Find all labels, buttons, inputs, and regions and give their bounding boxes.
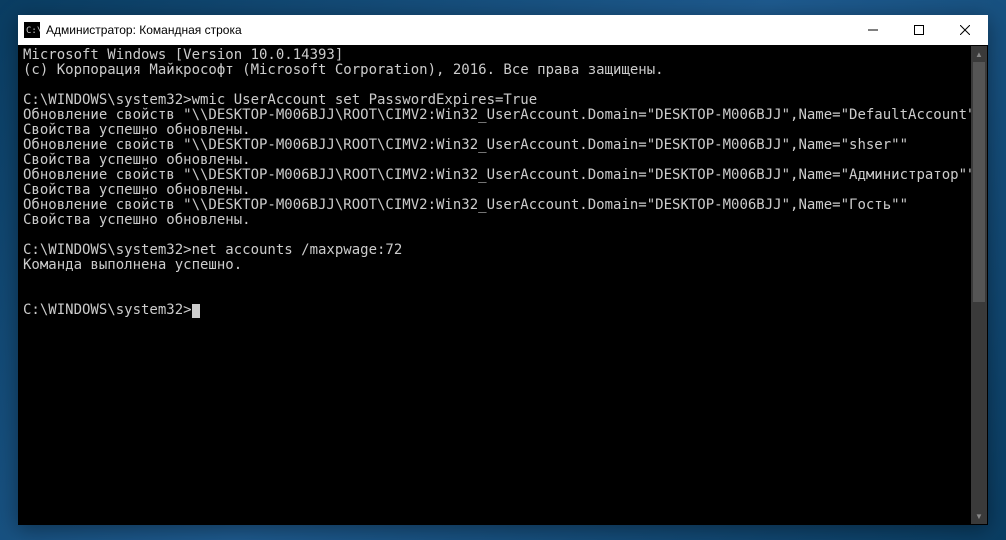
- terminal-container: Microsoft Windows [Version 10.0.14393] (…: [18, 45, 988, 525]
- scrollbar-thumb[interactable]: [973, 62, 985, 302]
- window-title: Администратор: Командная строка: [46, 23, 850, 37]
- scrollbar[interactable]: ▲ ▼: [971, 46, 987, 524]
- minimize-button[interactable]: [850, 15, 896, 45]
- close-button[interactable]: [942, 15, 988, 45]
- terminal-line: C:\WINDOWS\system32>wmic UserAccount set…: [23, 92, 537, 108]
- svg-text:C:\: C:\: [26, 26, 40, 36]
- terminal-line: Обновление свойств "\\DESKTOP-M006BJJ\RO…: [23, 197, 908, 213]
- terminal-prompt: C:\WINDOWS\system32>: [23, 302, 192, 318]
- terminal-line: Свойства успешно обновлены.: [23, 212, 251, 228]
- terminal-line: Свойства успешно обновлены.: [23, 122, 251, 138]
- terminal-line: Обновление свойств "\\DESKTOP-M006BJJ\RO…: [23, 107, 971, 123]
- scrollbar-up-arrow[interactable]: ▲: [971, 46, 987, 62]
- cmd-icon: C:\: [24, 22, 40, 38]
- terminal-line: Свойства успешно обновлены.: [23, 152, 251, 168]
- terminal-line: C:\WINDOWS\system32>net accounts /maxpwa…: [23, 242, 402, 258]
- scrollbar-down-arrow[interactable]: ▼: [971, 508, 987, 524]
- terminal-line: Обновление свойств "\\DESKTOP-M006BJJ\RO…: [23, 137, 908, 153]
- command-prompt-window: C:\ Администратор: Командная строка Micr…: [18, 15, 988, 525]
- terminal-line: Обновление свойств "\\DESKTOP-M006BJJ\RO…: [23, 167, 971, 183]
- terminal-line: Свойства успешно обновлены.: [23, 182, 251, 198]
- terminal-line: Microsoft Windows [Version 10.0.14393]: [23, 47, 343, 63]
- terminal-output[interactable]: Microsoft Windows [Version 10.0.14393] (…: [19, 46, 971, 524]
- terminal-line: (с) Корпорация Майкрософт (Microsoft Cor…: [23, 62, 664, 78]
- window-controls: [850, 15, 988, 45]
- cursor: [192, 304, 200, 318]
- terminal-line: Команда выполнена успешно.: [23, 257, 242, 273]
- titlebar[interactable]: C:\ Администратор: Командная строка: [18, 15, 988, 45]
- maximize-button[interactable]: [896, 15, 942, 45]
